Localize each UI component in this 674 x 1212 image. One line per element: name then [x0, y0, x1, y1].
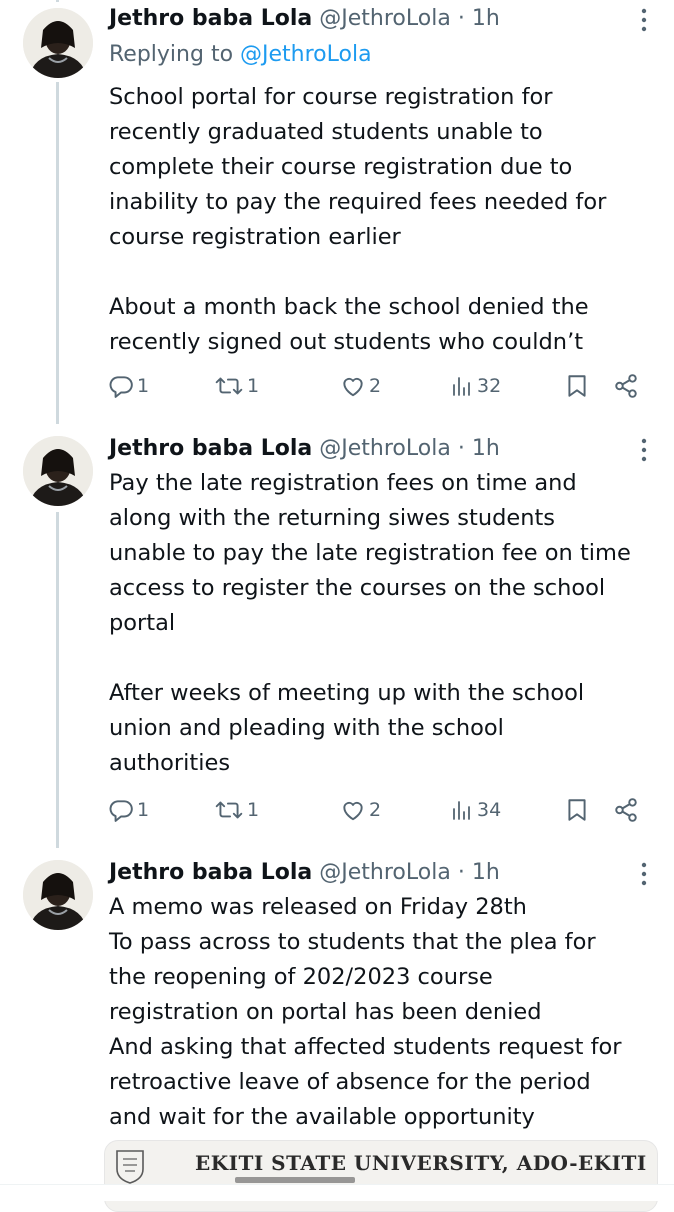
- views-button[interactable]: 34: [450, 792, 501, 828]
- repost-button[interactable]: 1: [214, 792, 259, 828]
- repost-icon: [215, 377, 243, 395]
- avatar[interactable]: [23, 436, 93, 506]
- views-count: 32: [477, 375, 502, 397]
- tweet-time[interactable]: 1h: [472, 6, 500, 31]
- tweet[interactable]: Jethro baba Lola @JethroLola · 1h Replyi…: [0, 0, 674, 420]
- memo-letterhead-title: EKITI STATE UNIVERSITY, ADO-EKITI: [195, 1151, 647, 1175]
- bookmark-icon: [568, 375, 586, 397]
- reply-count: 1: [137, 799, 150, 821]
- avatar-image: [23, 8, 93, 78]
- avatar-image: [23, 860, 93, 930]
- bookmark-button[interactable]: [566, 792, 588, 828]
- avatar[interactable]: [23, 860, 93, 930]
- tweet-actions: 1 1 2 34: [0, 792, 674, 828]
- repost-icon: [215, 801, 243, 819]
- like-count: 2: [369, 799, 382, 821]
- like-icon: [343, 801, 363, 821]
- reply-context: Replying to @JethroLola: [109, 38, 372, 72]
- meta-separator: ·: [457, 6, 465, 31]
- more-vertical-icon[interactable]: [640, 860, 648, 888]
- reply-icon: [109, 800, 133, 822]
- repost-count: 1: [247, 375, 260, 397]
- meta-separator: ·: [457, 436, 465, 461]
- tweet-header: Jethro baba Lola @JethroLola · 1h: [109, 856, 654, 890]
- bookmark-button[interactable]: [566, 368, 588, 404]
- bookmark-icon: [568, 799, 586, 821]
- reply-count: 1: [137, 375, 150, 397]
- reply-icon: [109, 376, 133, 398]
- tweet-time[interactable]: 1h: [472, 860, 500, 885]
- views-icon: [453, 377, 470, 396]
- share-icon: [615, 798, 637, 822]
- share-button[interactable]: [613, 368, 639, 404]
- author-handle[interactable]: @JethroLola: [319, 860, 451, 885]
- memo-subtext: [235, 1177, 355, 1183]
- tweet-header: Jethro baba Lola @JethroLola · 1h: [109, 432, 654, 466]
- more-vertical-icon[interactable]: [640, 436, 648, 464]
- views-count: 34: [477, 799, 502, 821]
- views-icon: [453, 801, 470, 820]
- tweet-time[interactable]: 1h: [472, 436, 500, 461]
- repost-count: 1: [247, 799, 260, 821]
- tweet-text: School portal for course registration fo…: [109, 84, 607, 355]
- avatar[interactable]: [23, 8, 93, 78]
- university-crest-icon: [116, 1150, 144, 1184]
- share-button[interactable]: [613, 792, 639, 828]
- reply-button[interactable]: 1: [108, 792, 149, 828]
- more-vertical-icon[interactable]: [640, 6, 648, 34]
- tweet[interactable]: Jethro baba Lola @JethroLola · 1h Pay th…: [0, 424, 674, 844]
- tweet-actions: 1 1 2 32: [0, 368, 674, 404]
- media-attachment[interactable]: EKITI STATE UNIVERSITY, ADO-EKITI: [104, 1140, 658, 1212]
- share-icon: [615, 374, 637, 398]
- reply-context-prefix: Replying to: [109, 42, 234, 67]
- author-name[interactable]: Jethro baba Lola: [109, 436, 312, 461]
- like-count: 2: [369, 375, 382, 397]
- author-handle[interactable]: @JethroLola: [319, 6, 451, 31]
- like-button[interactable]: 2: [340, 368, 381, 404]
- tweet-text: Pay the late registration fees on time a…: [109, 470, 631, 776]
- bottom-divider: [0, 1184, 674, 1201]
- avatar-image: [23, 436, 93, 506]
- meta-separator: ·: [457, 860, 465, 885]
- tweet-text: A memo was released on Friday 28th To pa…: [109, 894, 622, 1130]
- views-button[interactable]: 32: [450, 368, 501, 404]
- reply-context-handle[interactable]: @JethroLola: [240, 42, 372, 67]
- author-name[interactable]: Jethro baba Lola: [109, 6, 312, 31]
- like-icon: [343, 377, 363, 397]
- author-name[interactable]: Jethro baba Lola: [109, 860, 312, 885]
- like-button[interactable]: 2: [340, 792, 381, 828]
- reply-button[interactable]: 1: [108, 368, 149, 404]
- repost-button[interactable]: 1: [214, 368, 259, 404]
- author-handle[interactable]: @JethroLola: [319, 436, 451, 461]
- tweet-header: Jethro baba Lola @JethroLola · 1h: [109, 2, 654, 36]
